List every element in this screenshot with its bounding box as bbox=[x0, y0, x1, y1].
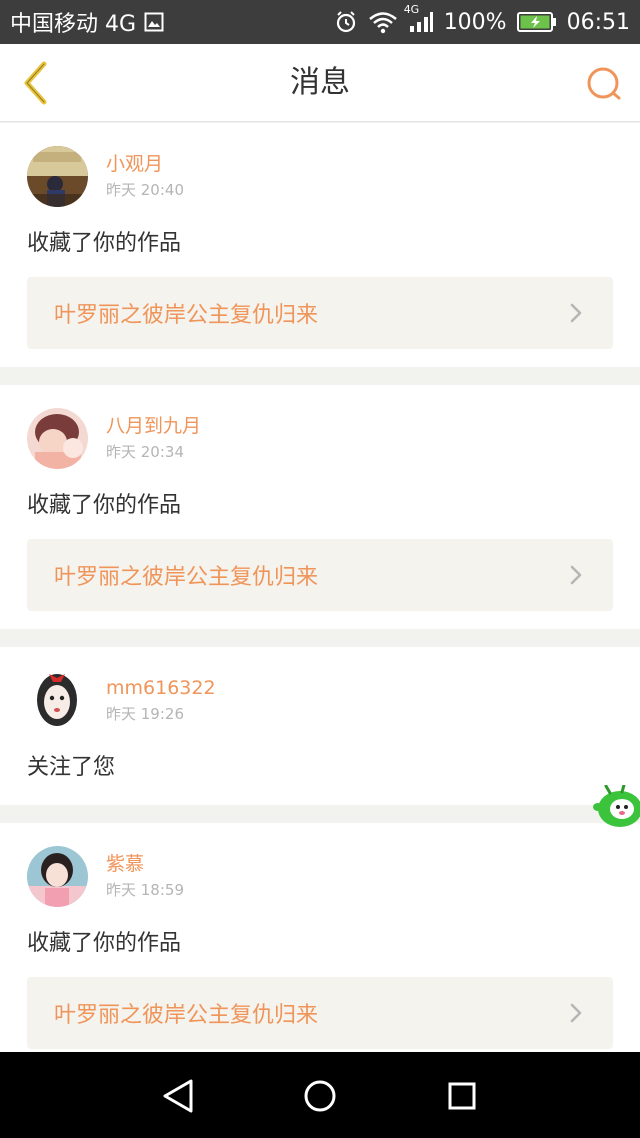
username[interactable]: 紫慕 bbox=[106, 851, 184, 877]
mascot-icon bbox=[593, 783, 640, 827]
action-text: 收藏了你的作品 bbox=[27, 931, 182, 956]
avatar[interactable] bbox=[27, 845, 88, 907]
nav-back-button[interactable] bbox=[158, 1076, 198, 1116]
nav-home-button[interactable] bbox=[300, 1076, 340, 1116]
network-badge: 4G bbox=[403, 3, 420, 16]
screen: 中国移动 4G 4G 100% 06:51 消息 小观月 昨天 20:40 收藏… bbox=[0, 0, 640, 1138]
system-nav-bar bbox=[0, 1052, 640, 1138]
alarm-icon bbox=[334, 10, 358, 34]
message-item[interactable]: 八月到九月 昨天 20:34 收藏了你的作品 叶罗丽之彼岸公主复仇归来 bbox=[0, 385, 640, 629]
image-notification-icon bbox=[144, 12, 164, 32]
back-triangle-icon bbox=[163, 1079, 193, 1113]
work-title: 叶罗丽之彼岸公主复仇归来 bbox=[54, 303, 319, 328]
chevron-right-icon bbox=[565, 1002, 587, 1024]
work-title: 叶罗丽之彼岸公主复仇归来 bbox=[54, 565, 319, 590]
chevron-right-icon bbox=[565, 564, 587, 586]
message-item[interactable]: mm616322 昨天 19:26 关注了您 bbox=[0, 647, 640, 805]
timestamp: 昨天 20:34 bbox=[106, 443, 184, 461]
nav-recents-button[interactable] bbox=[442, 1076, 482, 1116]
battery-percent: 100% bbox=[443, 9, 507, 35]
work-link[interactable]: 叶罗丽之彼岸公主复仇归来 bbox=[27, 539, 613, 611]
timestamp: 昨天 18:59 bbox=[106, 881, 184, 899]
message-item[interactable]: 小观月 昨天 20:40 收藏了你的作品 叶罗丽之彼岸公主复仇归来 bbox=[0, 123, 640, 367]
username[interactable]: 小观月 bbox=[106, 151, 184, 177]
cellular-signal-icon: 4G bbox=[404, 3, 434, 33]
action-text: 收藏了你的作品 bbox=[27, 493, 182, 518]
work-link[interactable]: 叶罗丽之彼岸公主复仇归来 bbox=[27, 977, 613, 1049]
search-icon bbox=[587, 67, 621, 100]
wifi-icon bbox=[368, 10, 398, 34]
status-bar: 中国移动 4G 4G 100% 06:51 bbox=[0, 0, 640, 44]
avatar[interactable] bbox=[27, 145, 88, 207]
battery-charging-icon bbox=[516, 12, 557, 32]
timestamp: 昨天 19:26 bbox=[106, 705, 184, 723]
chevron-right-icon bbox=[565, 302, 587, 324]
header: 消息 bbox=[0, 44, 640, 122]
divider bbox=[0, 805, 640, 823]
timestamp: 昨天 20:40 bbox=[106, 181, 184, 199]
message-list: 小观月 昨天 20:40 收藏了你的作品 叶罗丽之彼岸公主复仇归来 八月到九月 bbox=[0, 123, 640, 1067]
chevron-left-icon bbox=[24, 61, 47, 105]
avatar[interactable] bbox=[27, 407, 88, 469]
action-text: 收藏了你的作品 bbox=[27, 231, 182, 256]
username[interactable]: mm616322 bbox=[106, 675, 216, 701]
action-text: 关注了您 bbox=[27, 755, 116, 780]
username[interactable]: 八月到九月 bbox=[106, 413, 201, 439]
divider bbox=[0, 367, 640, 385]
home-circle-icon bbox=[304, 1080, 336, 1112]
work-title: 叶罗丽之彼岸公主复仇归来 bbox=[54, 1003, 319, 1028]
work-link[interactable]: 叶罗丽之彼岸公主复仇归来 bbox=[27, 277, 613, 349]
back-button[interactable] bbox=[12, 60, 58, 106]
search-button[interactable] bbox=[582, 62, 626, 106]
carrier-label: 中国移动 4G bbox=[10, 12, 137, 37]
divider bbox=[0, 629, 640, 647]
avatar[interactable] bbox=[27, 669, 88, 731]
message-item[interactable]: 紫慕 昨天 18:59 收藏了你的作品 叶罗丽之彼岸公主复仇归来 bbox=[0, 823, 640, 1067]
clock: 06:51 bbox=[566, 9, 630, 35]
page-title: 消息 bbox=[290, 65, 350, 100]
recents-square-icon bbox=[448, 1082, 476, 1110]
floating-mascot-button[interactable] bbox=[592, 783, 640, 829]
